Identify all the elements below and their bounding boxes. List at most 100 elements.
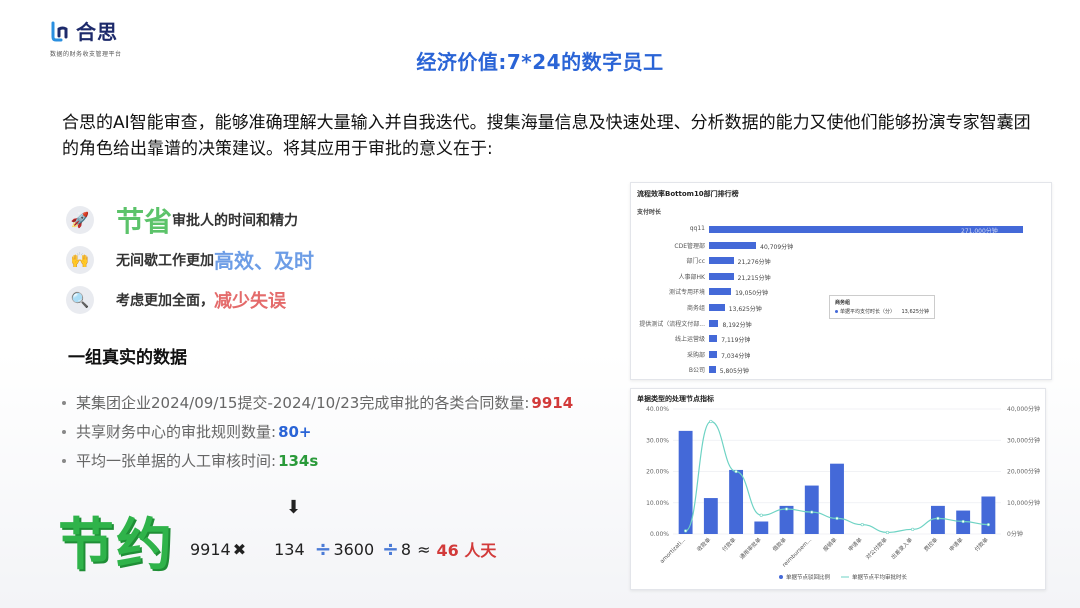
hands-icon: 🙌 <box>66 245 94 274</box>
bar[interactable] <box>729 469 744 534</box>
formula-result: 46 人天 <box>436 541 497 560</box>
line-point <box>911 527 915 531</box>
fact-text: 某集团企业2024/09/15提交-2024/10/23完成审批的各类合同数量: <box>76 393 530 412</box>
divide-icon: ÷ <box>314 537 332 561</box>
bar[interactable] <box>754 521 769 535</box>
save-word: 节约 <box>58 513 174 578</box>
bar[interactable] <box>709 335 718 343</box>
point-save: 🚀 节省 审批人的时间和精力 <box>66 200 298 240</box>
bar[interactable] <box>709 288 732 296</box>
data-heading: 一组真实的数据 <box>68 348 187 368</box>
point-save-emphasis: 节省 <box>116 205 173 238</box>
legend-bar-icon <box>779 575 783 579</box>
bar-value-label: 5,805分钟 <box>719 368 749 376</box>
bar[interactable] <box>709 257 734 265</box>
x-tick-label: 收款单 <box>695 535 713 553</box>
formula-a: 9914 <box>190 539 231 559</box>
y-right-tick-label: 20,000分钟 <box>1007 468 1040 476</box>
legend-label: 单据节点平均审批时长 <box>852 573 908 581</box>
bar-value-label: 21,276分钟 <box>737 259 771 267</box>
line-point <box>885 530 890 535</box>
bar[interactable] <box>804 485 819 534</box>
y-left-tick-label: 0.00% <box>650 531 669 538</box>
bar[interactable] <box>709 304 725 311</box>
x-tick-label: 对公付款单 <box>864 535 889 560</box>
node-metrics-chart-panel: 单据类型的处理节点指标 0.00% 10.00% 20.00% 30.00% 40.00… <box>630 388 1046 590</box>
point-accurate-emphasis: 减少失误 <box>214 291 286 312</box>
bar-label: 提供测试（流程文付部... <box>639 320 705 328</box>
arrow-down-icon: ⬇ <box>286 497 302 518</box>
line-point <box>810 510 814 514</box>
fact-value: 134s <box>278 451 319 470</box>
bar[interactable] <box>678 430 693 534</box>
fact-value: 80+ <box>278 422 312 441</box>
intro-paragraph: 合思的AI智能审查，能够准确理解大量输入并自我迭代。搜集海量信息及快速处理、分析… <box>62 113 1031 159</box>
divide-icon: ÷ <box>382 537 399 561</box>
series-dot-icon <box>835 310 838 313</box>
list-item: 平均一张单据的人工审核时间: 134s <box>62 446 573 475</box>
ranking-chart-panel: 流程效率Bottom10部门排行榜 支付时长 qq11 271,000分钟 CDE管… <box>630 182 1052 380</box>
approx-icon: ≈ <box>417 539 431 559</box>
logo-mark-icon <box>51 21 68 41</box>
bar-value-label: 7,034分钟 <box>721 352 751 360</box>
point-efficient-emphasis: 高效、及时 <box>214 249 314 273</box>
bar[interactable] <box>981 496 996 535</box>
bar[interactable] <box>830 463 844 534</box>
bar-label: 人事部HK <box>678 273 705 281</box>
y-left-tick-label: 30.00% <box>646 437 669 444</box>
bar-label: CDE管理部 <box>674 242 705 250</box>
bar-label: 线上运营级 <box>674 336 705 344</box>
bar-value-label: 8,192分钟 <box>722 321 752 329</box>
line-point <box>860 523 864 527</box>
bar[interactable] <box>709 319 719 327</box>
point-save-text: 审批人的时间和精力 <box>172 213 299 229</box>
formula-d: 8 <box>400 539 412 559</box>
bullet-icon <box>62 458 66 463</box>
point-efficient: 🙌 无间歇工作更加 高效、及时 <box>66 245 314 274</box>
point-efficient-text: 无间歇工作更加 <box>116 252 214 269</box>
bar[interactable] <box>709 272 734 280</box>
x-tick-label: 报销单 <box>821 535 839 553</box>
page-title: 经济价值:7*24的数字员工 <box>416 50 664 74</box>
bar-value-label: 21,215分钟 <box>737 274 771 282</box>
bar[interactable] <box>703 498 718 534</box>
rocket-icon: 🚀 <box>66 206 94 234</box>
fact-text: 平均一张单据的人工审核时间: <box>76 451 277 470</box>
ranking-chart-title: 流程效率Bottom10部门排行榜 <box>637 190 739 198</box>
line-point <box>759 513 763 517</box>
tooltip-value: 13,625分钟 <box>901 309 930 315</box>
bar[interactable] <box>709 366 716 374</box>
point-accurate-text: 考虑更加全面， <box>116 293 214 309</box>
bar-label: B公司 <box>688 367 705 375</box>
line-point <box>734 469 738 474</box>
savings-formula: 9914 ✖ 134 ÷ 3600 ÷ 8 ≈ 46 人天 <box>190 537 496 561</box>
line-point <box>936 516 940 520</box>
bar-label: qq11 <box>689 225 705 232</box>
list-item: 共享财务中心的审批规则数量: 80+ <box>62 417 573 446</box>
bar-label: 测试专用环境 <box>668 289 705 297</box>
line-point <box>784 507 789 511</box>
tooltip-label-wrap: 单据平均支付时长（分） <box>835 308 895 315</box>
node-metrics-chart: 0.00% 10.00% 20.00% 30.00% 40.00% 0分钟 10,000分钟… <box>646 405 1040 581</box>
line-point <box>684 529 688 533</box>
y-left-tick-label: 40.00% <box>646 406 669 413</box>
y-left-tick-label: 10.00% <box>646 500 669 507</box>
bar[interactable] <box>709 350 718 358</box>
bar[interactable] <box>709 241 757 249</box>
bullet-icon <box>62 429 66 434</box>
line-point <box>709 419 713 424</box>
bar-value-label: 13,625分钟 <box>728 306 762 313</box>
x-tick-label: 付款单 <box>972 535 990 553</box>
bar-label: 商务组 <box>686 305 705 312</box>
bar-value-label: 271,000分钟 <box>961 228 998 235</box>
tooltip-title: 商务组 <box>835 300 851 306</box>
bar-value-label: 19,050分钟 <box>735 290 769 298</box>
logo-name: 合思 <box>76 20 118 44</box>
line-point <box>961 519 965 524</box>
y-right-tick-label: 30,000分钟 <box>1007 436 1040 444</box>
x-tick-label: 通用审批单 <box>738 535 763 560</box>
y-left-tick-label: 20.00% <box>646 469 669 476</box>
x-tick-label: 申请单 <box>947 535 965 553</box>
times-icon: ✖ <box>232 539 247 559</box>
x-tick-label: 费控单 <box>922 535 940 553</box>
